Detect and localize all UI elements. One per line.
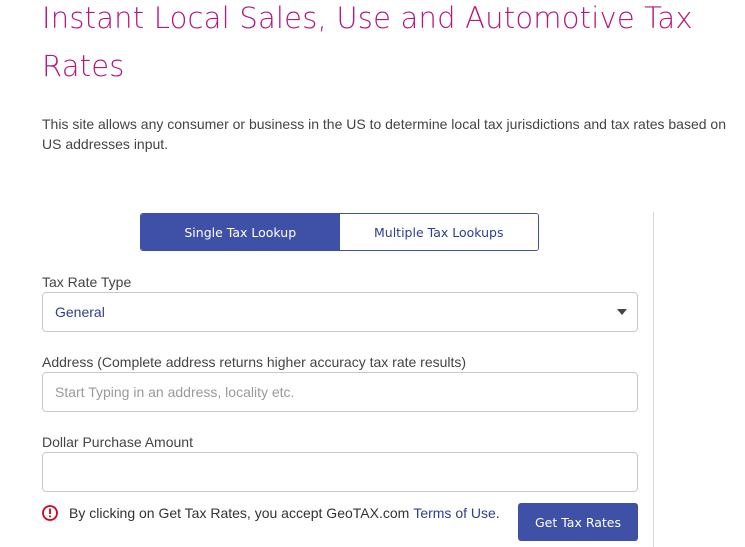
- consent-text: By clicking on Get Tax Rates, you accept…: [69, 505, 410, 521]
- intro-text: This site allows any consumer or busines…: [42, 116, 727, 152]
- tab-single-tax-lookup[interactable]: Single Tax Lookup: [141, 214, 340, 250]
- address-label: Address (Complete address returns higher…: [42, 354, 467, 370]
- vertical-divider: [653, 212, 654, 547]
- tax-rate-type-label: Tax Rate Type: [42, 274, 132, 290]
- dollar-amount-label: Dollar Purchase Amount: [42, 434, 193, 450]
- address-input[interactable]: Start Typing in an address, locality etc…: [42, 372, 638, 412]
- tab-multiple-tax-lookups[interactable]: Multiple Tax Lookups: [339, 214, 538, 250]
- tax-rate-type-select[interactable]: General: [42, 292, 638, 332]
- page: Instant Local Sales, Use and Automotive …: [0, 0, 745, 547]
- dollar-amount-input[interactable]: [42, 452, 638, 492]
- get-tax-rates-button[interactable]: Get Tax Rates: [518, 503, 638, 541]
- terms-consent: By clicking on Get Tax Rates, you accept…: [42, 502, 500, 524]
- tax-rate-type-value: General: [55, 304, 105, 320]
- alert-circle-icon: [42, 505, 58, 521]
- chevron-down-icon: [617, 309, 627, 315]
- consent-suffix: .: [495, 505, 500, 521]
- terms-of-use-link[interactable]: Terms of Use: [413, 505, 495, 521]
- lookup-tabs: Single Tax Lookup Multiple Tax Lookups: [140, 213, 539, 251]
- address-placeholder: Start Typing in an address, locality etc…: [55, 384, 295, 400]
- page-title: Instant Local Sales, Use and Automotive …: [42, 1, 693, 83]
